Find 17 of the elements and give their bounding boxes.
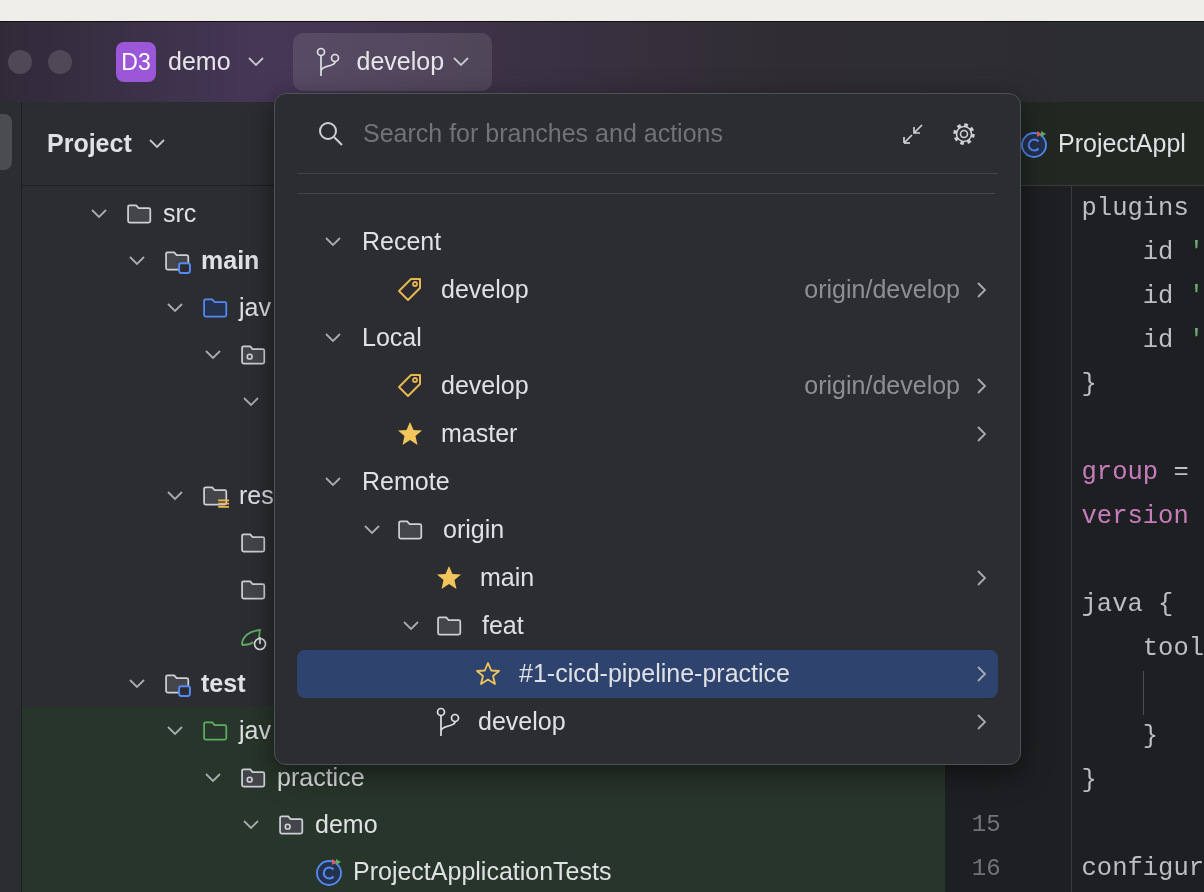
code-line: java {	[1081, 590, 1174, 619]
code-line: plugins	[1081, 194, 1189, 223]
code-line: id '	[1141, 238, 1204, 267]
code-line: id '	[1141, 282, 1204, 311]
line-number: 16	[971, 855, 1001, 882]
code-line: tool	[1141, 634, 1204, 663]
code-line: }	[1081, 370, 1097, 399]
tracking-branch-label: origin/develop	[804, 274, 960, 306]
code-line: group =	[1081, 458, 1189, 487]
code-line: }	[1141, 722, 1159, 751]
tracking-branch-label: origin/develop	[804, 370, 960, 402]
code-line: id '	[1141, 326, 1204, 355]
code-line: configur	[1081, 854, 1204, 883]
line-number: 15	[971, 811, 1001, 838]
code-line: version	[1081, 502, 1189, 531]
code-line: }	[1081, 766, 1097, 795]
project-badge: D3	[116, 42, 156, 82]
